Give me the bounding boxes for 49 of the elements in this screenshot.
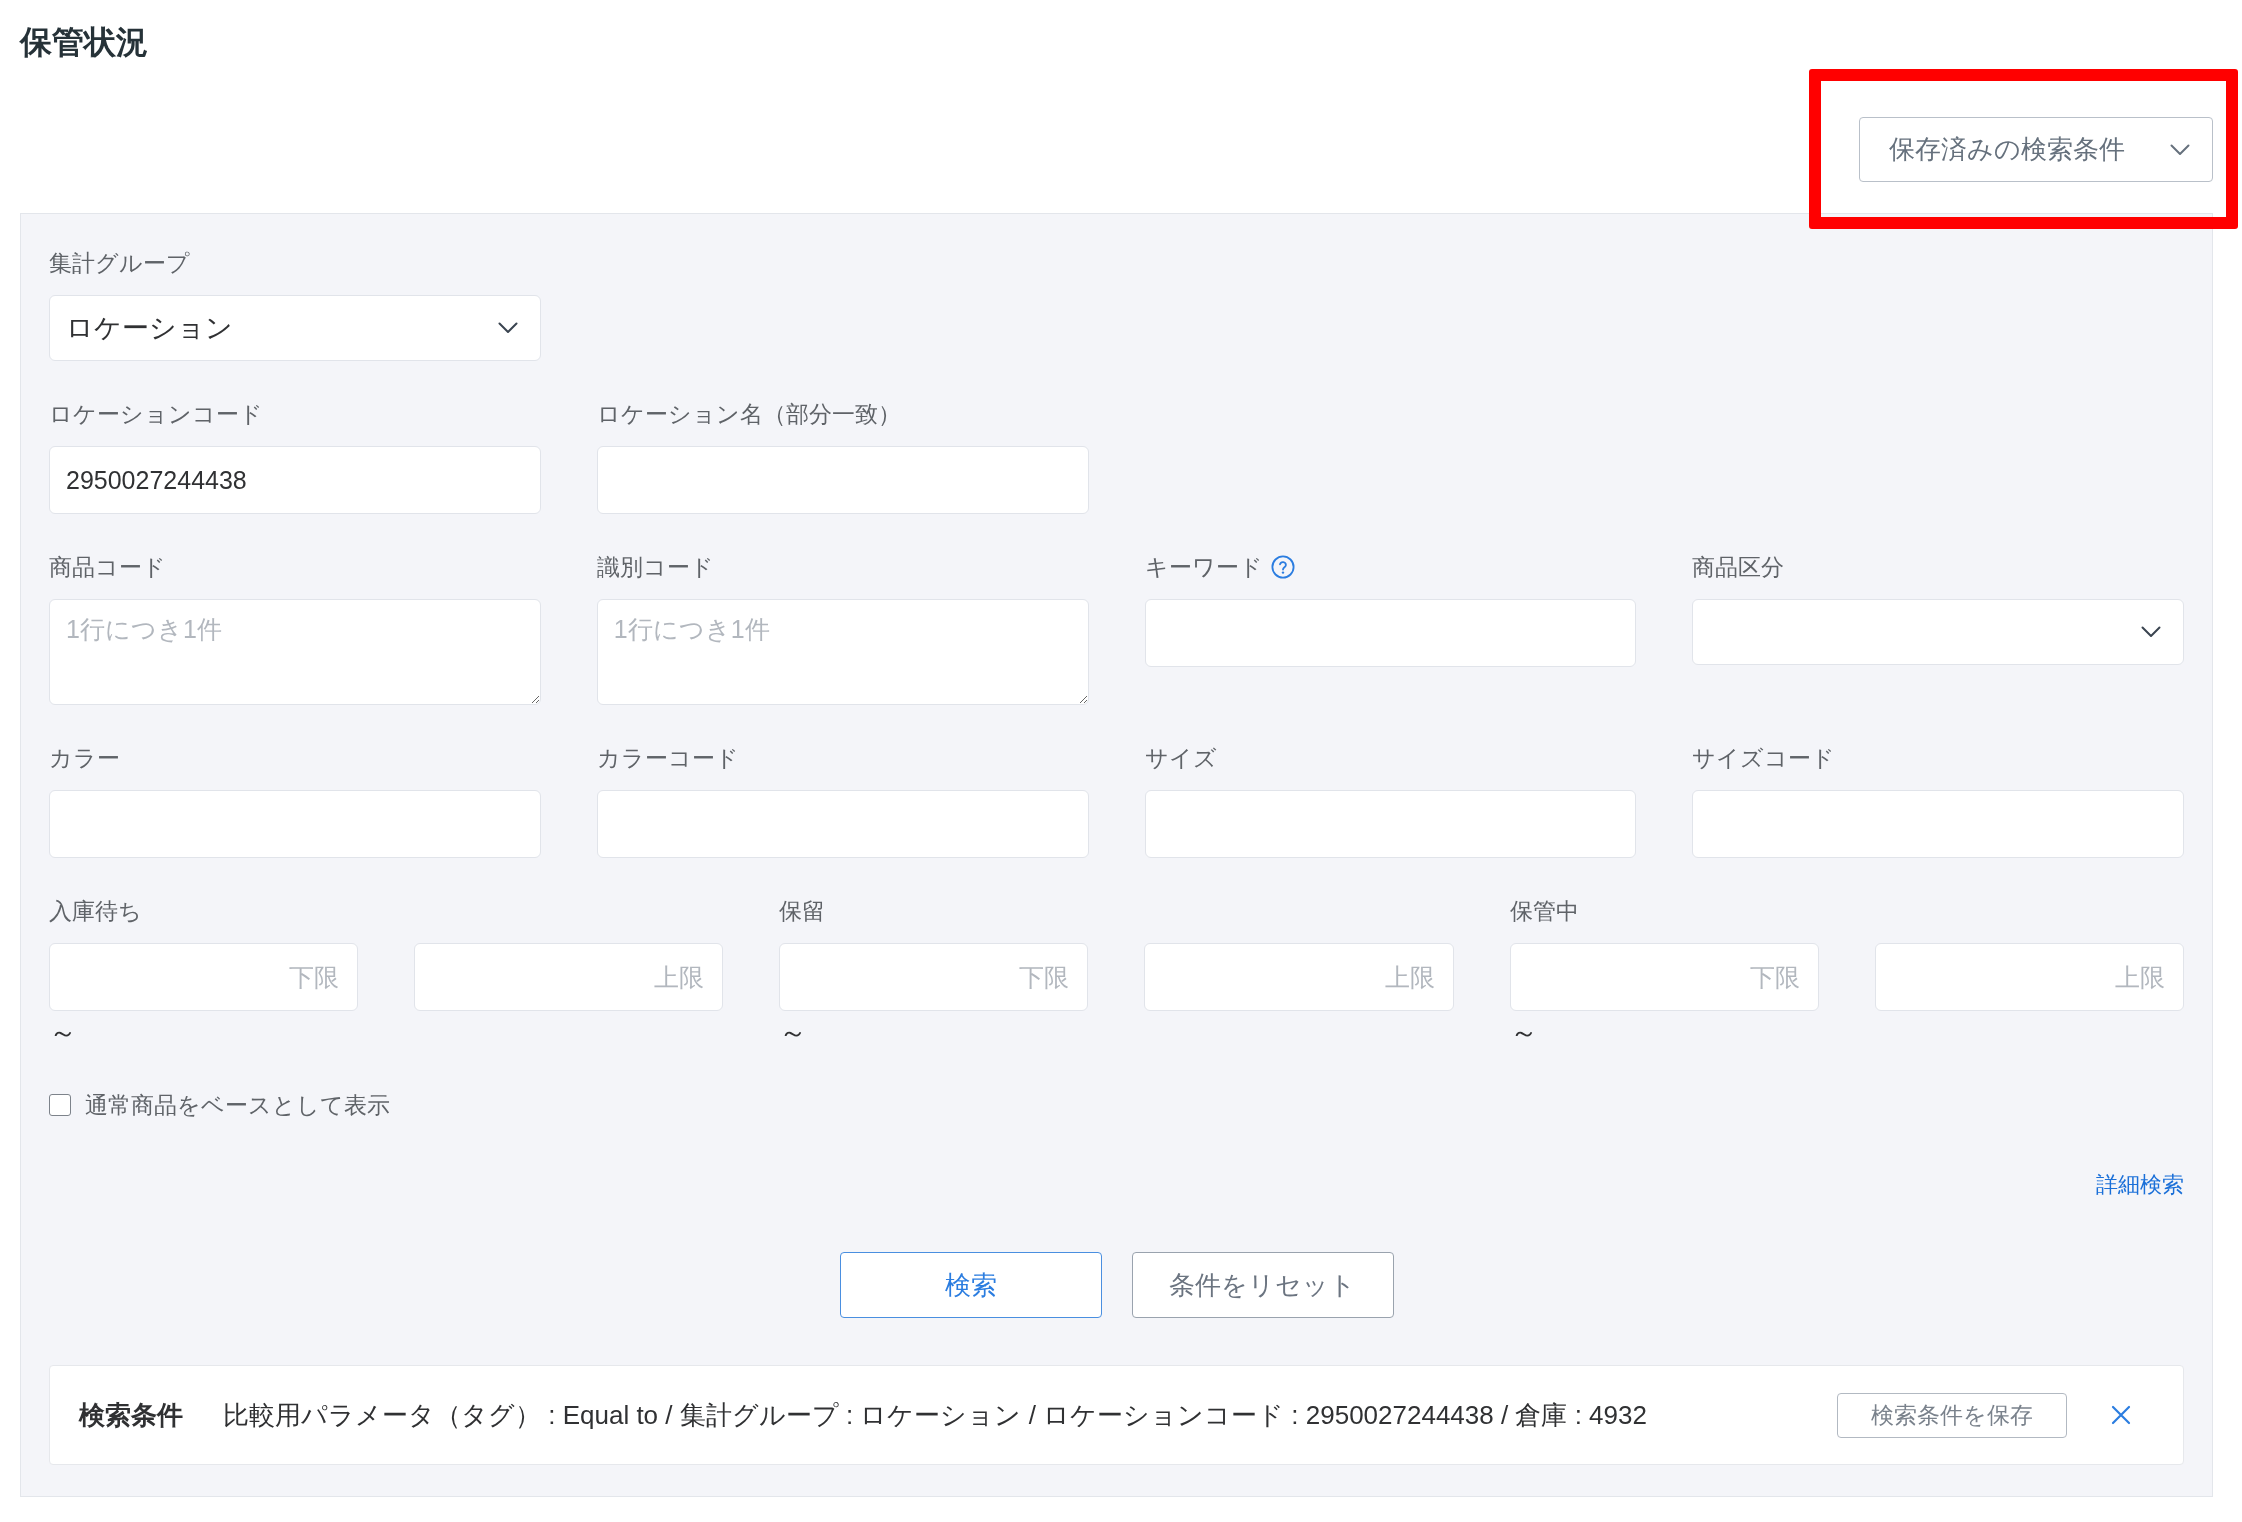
input-field[interactable] — [596, 790, 1089, 858]
field-label: 保管中 — [1509, 897, 1579, 926]
field-label: カラー — [49, 744, 120, 773]
page-title: 保管状況 — [20, 23, 149, 62]
range-separator: ～ — [49, 1017, 77, 1048]
summary-heading: 検索条件 — [79, 1398, 183, 1432]
input-field[interactable] — [1692, 790, 2184, 858]
max-input-field[interactable]: 上限 — [414, 943, 724, 1011]
textarea-field[interactable]: 1行につき1件 — [596, 599, 1089, 705]
min-input-field[interactable]: 下限 — [1509, 943, 1819, 1011]
checkbox[interactable] — [49, 1094, 71, 1116]
field-label: 商品区分 — [1692, 553, 1785, 582]
range-separator: ～ — [1509, 1017, 1538, 1048]
close-icon[interactable] — [2111, 1405, 2131, 1425]
field-label: 入庫待ち — [49, 897, 142, 926]
field-label: ロケーションコード — [49, 400, 263, 429]
field-label: 識別コード — [596, 553, 714, 582]
field-label: 商品コード — [49, 553, 166, 582]
help-icon[interactable] — [1270, 555, 1295, 579]
input-field[interactable]: 2950027244438 — [49, 446, 541, 514]
advanced-search-link[interactable]: 詳細検索 — [2096, 1170, 2184, 1200]
min-input-field[interactable]: 下限 — [49, 943, 359, 1011]
input-field[interactable] — [596, 446, 1089, 514]
input-field[interactable] — [49, 790, 541, 858]
select-field[interactable]: ロケーション — [49, 295, 541, 361]
field-label: 集計グループ — [49, 249, 190, 278]
field-label: サイズ — [1144, 744, 1217, 773]
max-input-field[interactable]: 上限 — [1874, 943, 2184, 1011]
save-search-button[interactable]: 検索条件を保存 — [1837, 1392, 2067, 1438]
max-input-field[interactable]: 上限 — [1144, 943, 1454, 1011]
input-field[interactable] — [1144, 599, 1637, 667]
range-separator: ～ — [779, 1017, 808, 1048]
select-field[interactable] — [1692, 599, 2184, 665]
search-conditions-text: 比較用パラメータ（タグ） : Equal to / 集計グループ : ロケーション / ロケーションコード : 2950027244438 / 倉庫 : 4932 — [223, 1398, 1648, 1432]
reset-button[interactable]: 条件をリセット — [1131, 1252, 1394, 1318]
search-button[interactable]: 検索 — [839, 1252, 1102, 1318]
checkbox-label: 通常商品をベースとして表示 — [85, 1091, 390, 1120]
chevron-down-icon — [497, 322, 518, 334]
field-label: キーワード — [1144, 553, 1263, 582]
field-label: ロケーション名（部分一致） — [596, 400, 901, 429]
saved-searches-dropdown[interactable]: 保存済みの検索条件 — [1859, 117, 2213, 182]
textarea-field[interactable]: 1行につき1件 — [49, 599, 541, 705]
field-label: カラーコード — [596, 744, 739, 773]
chevron-down-icon — [2141, 626, 2161, 638]
input-field[interactable] — [1144, 790, 1637, 858]
min-input-field[interactable]: 下限 — [779, 943, 1089, 1011]
chevron-down-icon — [2170, 143, 2190, 156]
field-label: 保留 — [779, 897, 826, 926]
field-label: サイズコード — [1692, 744, 1836, 773]
